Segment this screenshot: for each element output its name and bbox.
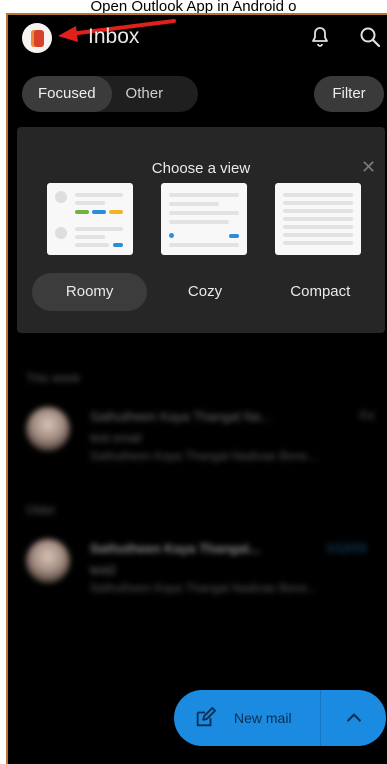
mail-sender: Sathutheen Kaya Thangal Na... <box>90 409 272 424</box>
roomy-preview[interactable] <box>47 183 133 255</box>
tab-focused[interactable]: Focused <box>22 76 112 112</box>
tutorial-caption: Open Outlook App in Android o <box>0 0 387 14</box>
bell-icon[interactable] <box>308 25 332 49</box>
new-mail-label: New mail <box>234 710 292 726</box>
mail-preview: Sathutheen Kaya Thangal Nadivae Bene... <box>90 581 318 595</box>
close-icon[interactable]: ✕ <box>361 157 376 178</box>
section-header: This week <box>26 371 81 385</box>
mail-preview: Sathutheen Kaya Thangal Nadivae Bene... <box>90 449 318 463</box>
expand-button[interactable] <box>321 690 386 746</box>
compact-preview[interactable] <box>275 183 361 255</box>
choose-view-card: Choose a view ✕ Roomy Cozy Compact <box>17 127 385 333</box>
mail-list-item[interactable]: Sathutheen Kaya Thangal Na... Fri test e… <box>8 407 387 487</box>
filter-button[interactable]: Filter <box>314 76 384 112</box>
choose-view-title: Choose a view <box>151 160 251 177</box>
mail-subject: test2 <box>90 563 117 577</box>
new-mail-fab: New mail <box>174 690 386 746</box>
sender-avatar <box>26 407 70 451</box>
view-options: Roomy Cozy Compact <box>32 273 378 311</box>
sender-avatar <box>26 539 70 583</box>
office-app-icon[interactable] <box>22 23 52 53</box>
outlook-inbox-screen: Inbox Focused Other Filter Choose a view… <box>6 13 387 764</box>
mail-list-item[interactable]: Sathutheen Kaya Thangal... 1/12/23 test2… <box>8 539 387 619</box>
mail-date: 1/12/23 <box>326 541 367 555</box>
app-header: Inbox <box>8 15 387 65</box>
cozy-preview[interactable] <box>161 183 247 255</box>
chevron-up-icon <box>346 713 361 722</box>
tab-other[interactable]: Other <box>112 76 178 112</box>
section-header: Older <box>26 503 56 517</box>
mail-subject: test email <box>90 431 142 445</box>
new-mail-button[interactable]: New mail <box>174 690 320 746</box>
focused-other-toggle: Focused Other <box>22 76 198 112</box>
view-cozy-button[interactable]: Cozy <box>147 273 262 311</box>
mail-date: Fri <box>360 409 374 423</box>
view-roomy-button[interactable]: Roomy <box>32 273 148 311</box>
mail-sender: Sathutheen Kaya Thangal... <box>90 541 260 556</box>
inbox-title: Inbox <box>88 25 140 48</box>
search-icon[interactable] <box>358 25 382 49</box>
compose-icon <box>196 707 216 727</box>
view-compact-button[interactable]: Compact <box>263 273 378 311</box>
